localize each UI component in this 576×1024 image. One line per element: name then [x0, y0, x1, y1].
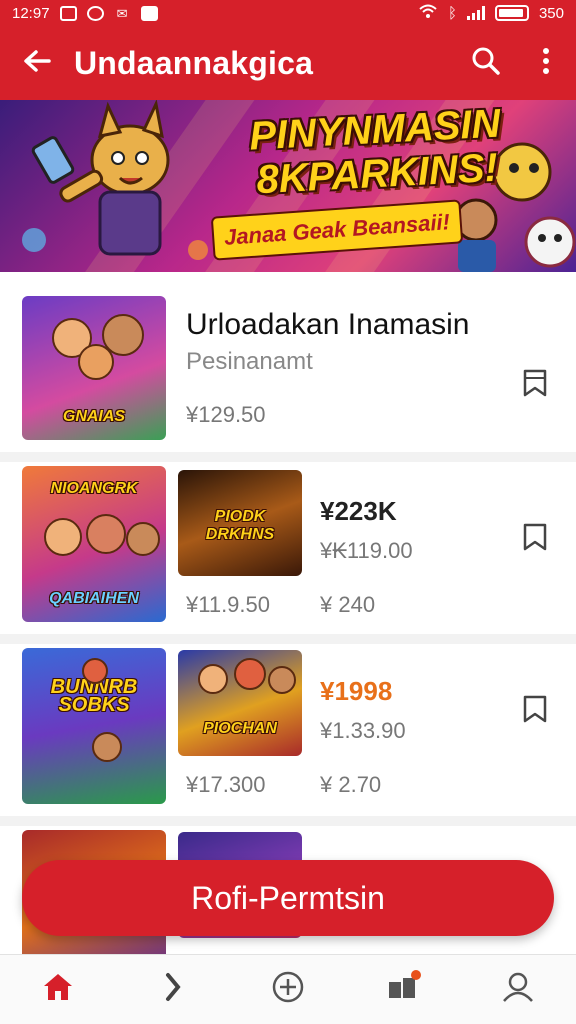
search-button[interactable]: [456, 26, 516, 100]
status-bar: 12:97 ✉ ᛒ 350: [0, 0, 576, 26]
thumb-label: PIOCHAN: [203, 720, 277, 737]
thumb-label: QABIAIHEN: [49, 590, 139, 607]
nav-profile[interactable]: [488, 960, 548, 1020]
thumb-character: [78, 344, 114, 380]
thumb-character: [268, 666, 296, 694]
thumb-character: [234, 658, 266, 690]
page-title: Undaannakgica: [74, 44, 314, 81]
bookmark-icon: [522, 369, 548, 402]
item-price: ¥129.50: [186, 402, 266, 427]
item-price: ¥11.9.50: [186, 592, 271, 617]
item-thumbnail[interactable]: NIOANGRK QABIAIHEN: [22, 466, 166, 622]
item-thumbnail[interactable]: GNAIAS: [22, 296, 166, 440]
mail-icon: ✉: [116, 5, 128, 21]
item-main-price: ¥223K: [320, 496, 397, 526]
thumb-character: [86, 514, 126, 554]
item-thumbnail[interactable]: BUNNRB SOBKS: [22, 648, 166, 804]
battery-level: 350: [538, 4, 564, 22]
status-time: 12:97: [12, 4, 50, 22]
item-second-price: ¥ 2.70: [320, 772, 382, 797]
wifi-icon: [418, 3, 438, 23]
item-second-price: ¥ 240: [320, 592, 376, 617]
home-icon: [42, 972, 74, 1007]
item-thumbnail-secondary[interactable]: PIODK DRKHNS: [178, 470, 302, 576]
more-button[interactable]: [516, 26, 576, 100]
bookmark-icon: [522, 695, 548, 728]
thumb-label-top: NIOANGRK: [50, 480, 138, 497]
status-left: 12:97 ✉: [12, 5, 158, 22]
bottom-nav: [0, 954, 576, 1024]
nav-add[interactable]: [258, 960, 318, 1020]
thumb-character: [198, 664, 228, 694]
thumb-character: [126, 522, 160, 556]
status-right: ᛒ 350: [418, 3, 564, 23]
back-button[interactable]: [0, 26, 74, 100]
list-item[interactable]: GNAIAS Urloadakan Inamasin Pesinanamt ¥1…: [0, 296, 576, 440]
item-list: GNAIAS Urloadakan Inamasin Pesinanamt ¥1…: [0, 272, 576, 954]
list-item[interactable]: BUNNRB SOBKS PIOCHAN ¥1998 ¥1.33.90 ¥17.…: [0, 648, 576, 804]
item-price: ¥17.300: [186, 772, 266, 797]
list-item[interactable]: NIOANGRK QABIAIHEN PIODK DRKHNS ¥223K ¥₭…: [0, 466, 576, 622]
promo-banner[interactable]: PINYNMASIN 8KPARKINS! Janaa Geak Beansai…: [0, 100, 576, 272]
arrow-left-icon: [23, 49, 51, 78]
arrow-right-icon: [163, 972, 183, 1007]
app-icon: [140, 5, 158, 21]
bookmark-button[interactable]: [518, 368, 552, 402]
primary-action-button[interactable]: Rofi-Permtsin: [22, 860, 554, 936]
notification-icon: [59, 5, 77, 21]
item-subtitle: Pesinanamt: [186, 348, 313, 375]
bookmark-button[interactable]: [518, 694, 552, 728]
thumb-label: PIODK DRKHNS: [205, 508, 275, 543]
item-old-price: ¥₭119.00: [320, 538, 413, 563]
add-circle-icon: [271, 970, 305, 1009]
notification-dot: [411, 969, 422, 980]
item-old-price: ¥1.33.90: [320, 718, 406, 743]
battery-icon: [494, 5, 529, 21]
item-main-price: ¥1998: [320, 676, 393, 706]
message-icon: [86, 5, 104, 21]
more-vert-icon: [542, 47, 550, 79]
bluetooth-icon: ᛒ: [447, 4, 457, 22]
thumb-character: [44, 518, 82, 556]
nav-home[interactable]: [28, 960, 88, 1020]
item-thumbnail-secondary[interactable]: PIOCHAN: [178, 650, 302, 756]
nav-grid[interactable]: [373, 960, 433, 1020]
search-icon: [471, 46, 501, 81]
divider: [0, 634, 576, 644]
item-title: Urloadakan Inamasin: [186, 308, 470, 341]
person-icon: [501, 971, 535, 1008]
signal-icon: [466, 6, 485, 20]
divider: [0, 452, 576, 462]
nav-forward[interactable]: [143, 960, 203, 1020]
thumb-character: [92, 732, 122, 762]
app-bar: Undaannakgica: [0, 26, 576, 100]
thumb-character: [82, 658, 108, 684]
thumb-label: GNAIAS: [62, 408, 126, 425]
bookmark-icon: [522, 523, 548, 556]
divider: [0, 816, 576, 826]
banner-hero-illustration: [22, 100, 208, 260]
bookmark-button[interactable]: [518, 522, 552, 556]
